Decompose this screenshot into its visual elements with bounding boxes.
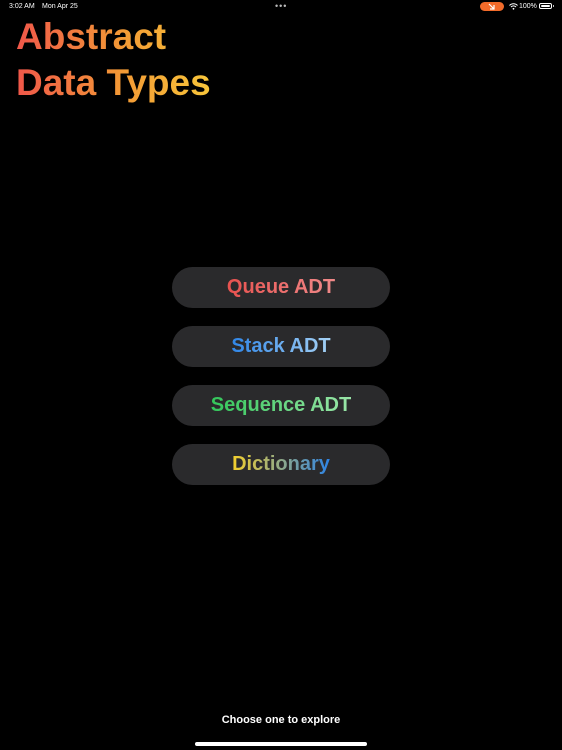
sequence-adt-button[interactable]: Sequence ADT <box>172 385 390 426</box>
title-line-1: Abstract <box>16 16 167 57</box>
stack-adt-label: Stack ADT <box>231 335 331 357</box>
status-bar: 3:02 AM Mon Apr 25 ••• 100% <box>0 0 562 14</box>
arrow-diagonal-icon[interactable] <box>480 2 504 11</box>
footer-hint: Choose one to explore <box>221 714 341 726</box>
wifi-icon <box>509 3 518 12</box>
status-date: Mon Apr 25 <box>42 3 78 10</box>
adt-menu: Queue ADT Stack ADT Sequence ADT Diction… <box>172 267 390 503</box>
home-indicator[interactable] <box>195 742 367 746</box>
sequence-adt-label: Sequence ADT <box>210 394 352 416</box>
page-title: Abstract Data Types <box>16 14 211 106</box>
title-line-2: Data Types <box>16 62 211 103</box>
stack-adt-button[interactable]: Stack ADT <box>172 326 390 367</box>
battery-percent: 100% <box>519 3 537 10</box>
battery-icon <box>539 3 554 9</box>
dictionary-label: Dictionary <box>232 453 330 475</box>
status-time: 3:02 AM <box>9 3 35 10</box>
multitask-dots-icon[interactable]: ••• <box>275 2 287 11</box>
dictionary-button[interactable]: Dictionary <box>172 444 390 485</box>
app-screen: 3:02 AM Mon Apr 25 ••• 100% Abstract Dat… <box>0 0 562 750</box>
queue-adt-button[interactable]: Queue ADT <box>172 267 390 308</box>
queue-adt-label: Queue ADT <box>226 276 336 298</box>
